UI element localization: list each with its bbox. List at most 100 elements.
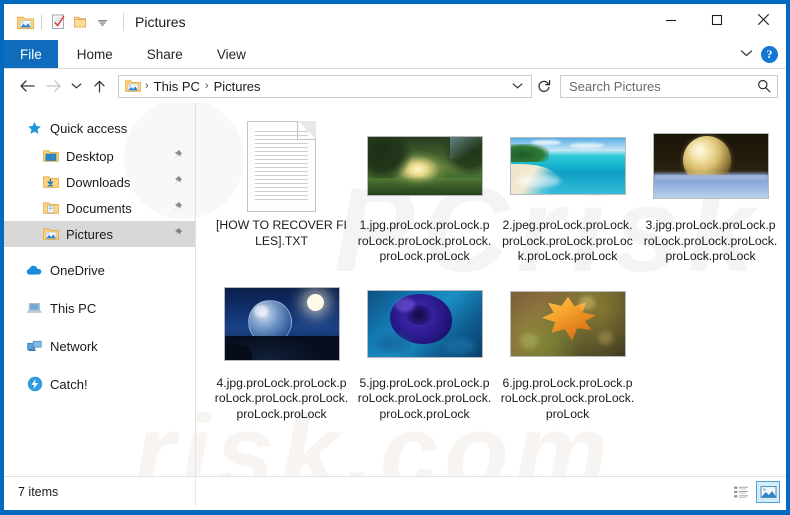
file-item[interactable]: 3.jpg.proLock.proLock.proLock.proLock.pr… <box>639 117 782 271</box>
recent-locations-chevron-icon[interactable] <box>66 73 86 99</box>
properties-icon[interactable] <box>47 11 69 33</box>
minimize-button[interactable] <box>648 4 694 35</box>
refresh-button[interactable] <box>532 75 556 98</box>
explorer-window: Pictures File Home Share View ? <box>0 0 790 515</box>
folder-icon <box>42 148 59 165</box>
sidebar-item-documents[interactable]: Documents <box>4 195 195 221</box>
photo-blue-rose <box>367 290 483 358</box>
file-name: [HOW TO RECOVER FILES].TXT <box>215 218 349 249</box>
item-count-label: 7 items <box>18 485 58 499</box>
sidebar-spacer-4 <box>4 361 195 371</box>
sidebar-label: Network <box>50 339 98 354</box>
close-button[interactable] <box>740 4 786 35</box>
tab-file[interactable]: File <box>4 40 58 68</box>
sidebar-item-pictures[interactable]: Pictures <box>4 221 195 247</box>
window-controls <box>648 4 786 40</box>
explorer-folder-icon[interactable] <box>14 11 36 33</box>
file-item[interactable]: [HOW TO RECOVER FILES].TXT <box>210 117 353 271</box>
file-name: 6.jpg.proLock.proLock.proLock.proLock.pr… <box>501 376 635 423</box>
sidebar-item-onedrive[interactable]: OneDrive <box>4 257 195 283</box>
sidebar-label: Pictures <box>66 227 113 242</box>
pictures-icon <box>42 226 59 243</box>
sidebar-item-this-pc[interactable]: This PC <box>4 295 195 321</box>
file-item[interactable]: 2.jpeg.proLock.proLock.proLock.proLock.p… <box>496 117 639 271</box>
sidebar-label: Documents <box>66 201 132 216</box>
file-thumbnail <box>500 277 635 371</box>
cloud-icon <box>26 262 43 279</box>
pin-icon[interactable] <box>172 173 183 191</box>
tab-view[interactable]: View <box>200 40 263 68</box>
breadcrumb-this-pc[interactable]: This PC <box>151 79 203 94</box>
sidebar-label: OneDrive <box>50 263 105 278</box>
network-icon <box>26 338 43 355</box>
help-icon[interactable]: ? <box>761 46 778 63</box>
documents-icon <box>42 200 59 217</box>
sidebar-item-catch[interactable]: Catch! <box>4 371 195 397</box>
tab-home[interactable]: Home <box>60 40 130 68</box>
details-view-button[interactable] <box>729 481 753 503</box>
ribbon-right-controls: ? <box>740 40 786 68</box>
file-name: 3.jpg.proLock.proLock.proLock.proLock.pr… <box>644 218 778 265</box>
window-frame: Pictures File Home Share View ? <box>4 4 786 510</box>
breadcrumb[interactable]: › This PC › Pictures <box>118 75 532 98</box>
file-thumbnail <box>643 119 778 213</box>
expand-ribbon-chevron-icon[interactable] <box>740 49 753 59</box>
qat-separator-1 <box>41 15 42 30</box>
forward-button[interactable] <box>40 73 66 99</box>
photo-trees-sunrise <box>367 136 483 196</box>
photo-autumn-leaf <box>510 291 626 357</box>
page-fold <box>297 121 316 140</box>
file-item[interactable]: 5.jpg.proLock.proLock.proLock.proLock.pr… <box>353 275 496 429</box>
breadcrumb-tail <box>508 82 527 90</box>
file-thumbnail <box>500 119 635 213</box>
title-bar: Pictures <box>4 4 786 40</box>
sidebar-item-network[interactable]: Network <box>4 333 195 359</box>
up-button[interactable] <box>86 73 112 99</box>
sidebar-item-quick-access[interactable]: Quick access <box>4 115 195 141</box>
pin-icon[interactable] <box>172 199 183 217</box>
sidebar-label: This PC <box>50 301 96 316</box>
sidebar-spacer-3 <box>4 323 195 333</box>
document-icon <box>247 121 316 212</box>
file-item[interactable]: 6.jpg.proLock.proLock.proLock.proLock.pr… <box>496 275 639 429</box>
file-item[interactable]: 4.jpg.proLock.proLock.proLock.proLock.pr… <box>210 275 353 429</box>
sidebar-spacer-1 <box>4 247 195 257</box>
address-dropdown-chevron-icon[interactable] <box>508 82 527 90</box>
customize-chevron-icon[interactable] <box>91 11 113 33</box>
large-icons-view-button[interactable] <box>756 481 780 503</box>
sidebar-item-downloads[interactable]: Downloads <box>4 169 195 195</box>
file-name: 1.jpg.proLock.proLock.proLock.proLock.pr… <box>358 218 492 265</box>
file-name: 2.jpeg.proLock.proLock.proLock.proLock.p… <box>501 218 635 265</box>
breadcrumb-folder-icon <box>125 79 141 93</box>
address-bar: › This PC › Pictures <box>4 69 786 103</box>
downloads-icon <box>42 174 59 191</box>
file-item[interactable]: 1.jpg.proLock.proLock.proLock.proLock.pr… <box>353 117 496 271</box>
back-button[interactable] <box>14 73 40 99</box>
breadcrumb-pictures[interactable]: Pictures <box>211 79 264 94</box>
catch-icon <box>26 376 43 393</box>
sidebar-label: Downloads <box>66 175 130 190</box>
pin-icon[interactable] <box>172 147 183 165</box>
star-icon <box>26 120 43 137</box>
file-thumbnail <box>357 277 492 371</box>
explorer-body: PCrisk risk.com Quick access Desktop <box>4 103 786 476</box>
search-icon[interactable] <box>757 79 771 93</box>
new-folder-icon[interactable] <box>69 11 91 33</box>
file-list-view[interactable]: [HOW TO RECOVER FILES].TXT 1.jpg.proLock… <box>196 103 786 476</box>
sidebar-spacer-2 <box>4 285 195 295</box>
pin-icon[interactable] <box>172 225 183 243</box>
computer-icon <box>26 300 43 317</box>
maximize-button[interactable] <box>694 4 740 35</box>
sidebar-item-desktop[interactable]: Desktop <box>4 143 195 169</box>
navigation-pane: Quick access Desktop <box>4 103 196 476</box>
file-grid: [HOW TO RECOVER FILES].TXT 1.jpg.proLock… <box>210 117 786 432</box>
quick-access-toolbar <box>4 11 113 33</box>
sidebar-label: Catch! <box>50 377 88 392</box>
tab-share[interactable]: Share <box>130 40 200 68</box>
window-title: Pictures <box>123 13 186 31</box>
photo-frozen-bubble <box>653 133 769 199</box>
search-input[interactable] <box>569 79 757 94</box>
photo-tropical-beach <box>510 137 626 195</box>
file-name: 4.jpg.proLock.proLock.proLock.proLock.pr… <box>215 376 349 423</box>
search-box[interactable] <box>560 75 778 98</box>
